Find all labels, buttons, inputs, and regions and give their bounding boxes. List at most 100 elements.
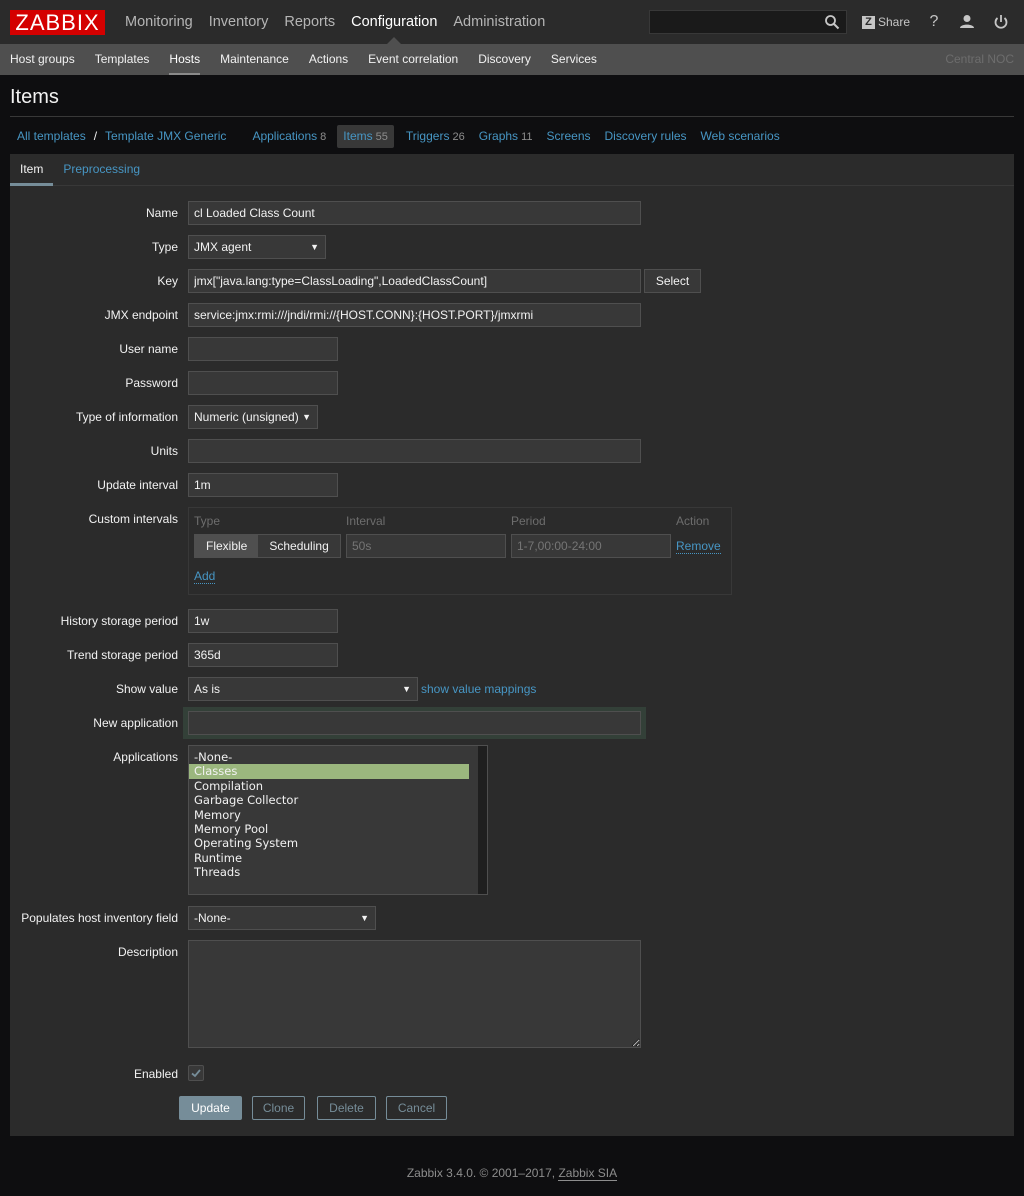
form-tabs: Item Preprocessing [10, 154, 1014, 186]
period-input[interactable] [511, 534, 671, 558]
footer: Zabbix 3.4.0. © 2001–2017, Zabbix SIA [0, 1166, 1024, 1181]
breadcrumb-web-scenarios[interactable]: Web scenarios [694, 125, 787, 147]
application-option[interactable]: Operating System [189, 836, 469, 850]
sign-out-icon[interactable] [991, 12, 1011, 32]
breadcrumb-template[interactable]: Template JMX Generic [98, 125, 233, 147]
custom-intervals-table: Type Interval Period Action Flexible Sch… [188, 507, 732, 595]
user-name-input[interactable] [188, 337, 338, 361]
key-select-button[interactable]: Select [644, 269, 701, 293]
delete-button[interactable]: Delete [317, 1096, 376, 1120]
inventory-field-value: -None- [194, 911, 231, 925]
tab-item[interactable]: Item [10, 154, 54, 186]
share-icon: Z [862, 15, 875, 29]
main-menu-inventory[interactable]: Inventory [201, 0, 277, 44]
main-menu-administration[interactable]: Administration [445, 0, 553, 44]
jmx-endpoint-label: JMX endpoint [104, 308, 178, 322]
password-input[interactable] [188, 371, 338, 395]
triggers-count: 26 [452, 130, 465, 143]
new-application-label: New application [93, 716, 178, 730]
show-value-label: Show value [115, 682, 178, 696]
breadcrumb-graphs[interactable]: Graphs 11 [472, 125, 540, 148]
type-select[interactable]: JMX agent ▼ [188, 235, 326, 259]
sub-menu-maintenance[interactable]: Maintenance [210, 44, 299, 75]
sub-menu-hosts[interactable]: Hosts [159, 44, 210, 75]
application-option[interactable]: Compilation [189, 779, 469, 793]
application-option[interactable]: Memory Pool [189, 822, 469, 836]
cancel-button[interactable]: Cancel [386, 1096, 447, 1120]
breadcrumb-all-templates[interactable]: All templates [10, 125, 93, 147]
application-option[interactable]: Garbage Collector [189, 793, 469, 807]
column-header-action: Action [676, 514, 710, 528]
application-option[interactable]: Runtime [189, 851, 469, 865]
column-header-type: Type [194, 514, 221, 528]
enabled-checkbox[interactable] [188, 1065, 204, 1081]
add-interval-link[interactable]: Add [194, 569, 216, 584]
sub-navigation: Host groups Templates Hosts Maintenance … [0, 44, 1024, 75]
breadcrumb-discovery-rules[interactable]: Discovery rules [598, 125, 694, 147]
zabbix-logo[interactable]: ZABBIX [10, 10, 105, 35]
search-box [649, 10, 847, 34]
history-input[interactable] [188, 609, 338, 633]
key-label: Key [157, 274, 178, 288]
interval-type-flexible[interactable]: Flexible [195, 535, 259, 557]
help-icon[interactable]: ? [924, 12, 944, 32]
footer-zabbix-sia-link[interactable]: Zabbix SIA [558, 1166, 618, 1181]
trend-input[interactable] [188, 643, 338, 667]
units-input[interactable] [188, 439, 641, 463]
show-value-mappings-link[interactable]: show value mappings [421, 682, 536, 696]
checkmark-icon [191, 1069, 201, 1078]
interval-input[interactable] [346, 534, 506, 558]
type-of-information-select[interactable]: Numeric (unsigned) ▼ [188, 405, 318, 429]
inventory-field-select[interactable]: -None- ▼ [188, 906, 376, 930]
share-button[interactable]: Z Share [862, 14, 910, 30]
breadcrumb-triggers[interactable]: Triggers 26 [399, 125, 472, 148]
application-option-selected[interactable]: Classes [189, 764, 469, 779]
sub-menu-event-correlation[interactable]: Event correlation [358, 44, 468, 75]
main-menu-reports[interactable]: Reports [276, 0, 343, 44]
application-option[interactable]: Threads [189, 865, 469, 879]
type-of-information-label: Type of information [75, 410, 178, 424]
application-option[interactable]: -None- [189, 750, 469, 764]
new-application-input[interactable] [188, 711, 641, 735]
key-input[interactable] [188, 269, 641, 293]
dropdown-arrow-icon: ▼ [360, 913, 369, 923]
search-input[interactable] [650, 11, 820, 33]
sub-menu-discovery[interactable]: Discovery [468, 44, 541, 75]
main-menu-monitoring[interactable]: Monitoring [117, 0, 201, 44]
jmx-endpoint-input[interactable] [188, 303, 641, 327]
interval-type-scheduling[interactable]: Scheduling [258, 535, 340, 557]
clone-button[interactable]: Clone [252, 1096, 305, 1120]
inventory-field-label: Populates host inventory field [21, 911, 178, 925]
name-input[interactable] [188, 201, 641, 225]
sub-menu-templates[interactable]: Templates [85, 44, 160, 75]
breadcrumb: All templates / Template JMX Generic App… [10, 124, 787, 148]
name-label: Name [145, 206, 178, 220]
sub-menu-host-groups[interactable]: Host groups [0, 44, 85, 75]
applications-listbox[interactable]: -None- Classes Compilation Garbage Colle… [188, 745, 488, 895]
sub-menu-services[interactable]: Services [541, 44, 607, 75]
remove-interval-link[interactable]: Remove [676, 539, 721, 554]
sub-menu: Host groups Templates Hosts Maintenance … [0, 44, 607, 75]
listbox-scrollbar[interactable] [478, 746, 487, 894]
item-form-panel: Item Preprocessing Name Type JMX agent ▼… [10, 154, 1014, 1136]
main-menu-configuration[interactable]: Configuration [343, 0, 445, 44]
tab-preprocessing[interactable]: Preprocessing [53, 154, 150, 185]
column-header-period: Period [511, 514, 546, 528]
page-title: Items [10, 86, 59, 108]
user-profile-icon[interactable] [957, 12, 977, 32]
breadcrumb-screens[interactable]: Screens [539, 125, 597, 147]
type-of-information-value: Numeric (unsigned) [194, 410, 299, 424]
search-icon[interactable] [824, 14, 840, 30]
application-option[interactable]: Memory [189, 808, 469, 822]
show-value-select[interactable]: As is ▼ [188, 677, 418, 701]
enabled-label: Enabled [133, 1067, 178, 1081]
description-textarea[interactable] [188, 940, 641, 1048]
sub-menu-actions[interactable]: Actions [299, 44, 358, 75]
update-interval-input[interactable] [188, 473, 338, 497]
password-label: Password [125, 376, 178, 390]
breadcrumb-applications[interactable]: Applications 8 [245, 125, 333, 148]
update-button[interactable]: Update [179, 1096, 242, 1120]
interval-type-toggle: Flexible Scheduling [194, 534, 341, 558]
show-value-value: As is [194, 682, 221, 696]
breadcrumb-items[interactable]: Items 55 [337, 124, 394, 148]
